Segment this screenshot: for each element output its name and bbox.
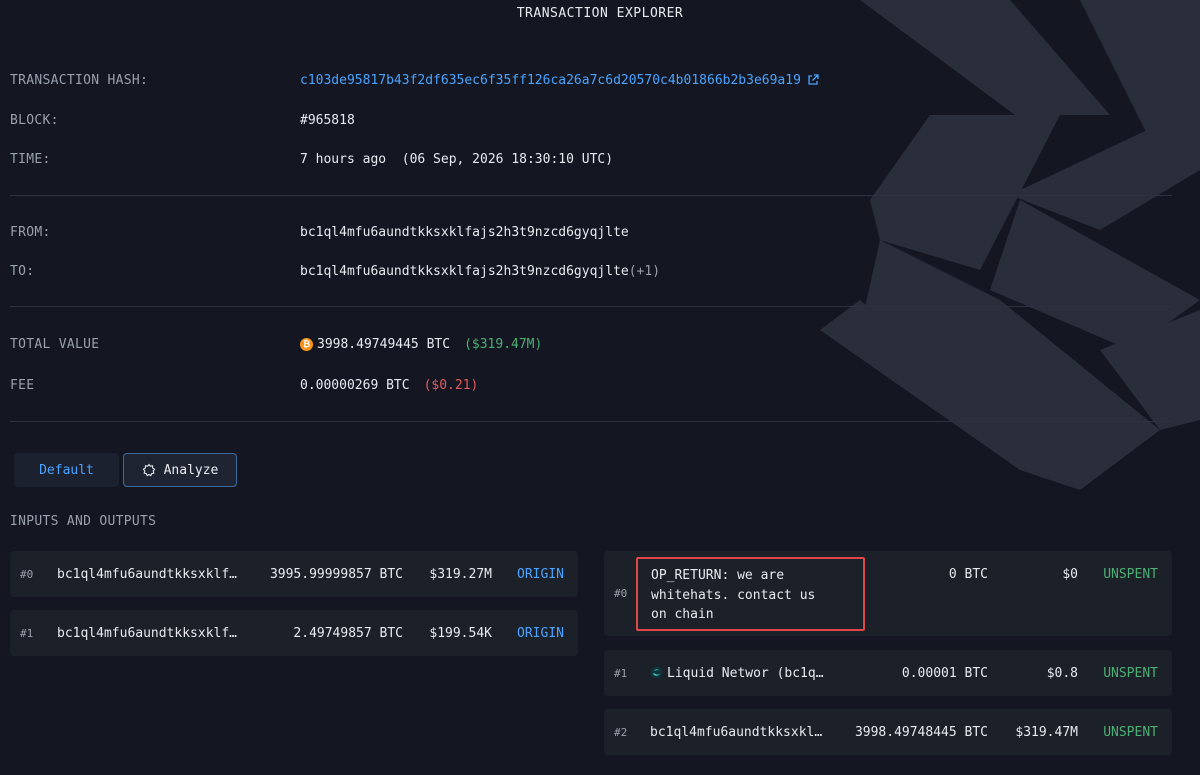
from-address[interactable]: bc1ql4mfu6aundtkksxklfajs2h3t9nzcd6gyqjl… [300,225,629,240]
block-number: #965818 [300,112,355,128]
time-label: TIME: [10,151,51,167]
total-value-row: TOTAL VALUE ₿ 3998.49749445 BTC ($319.47… [10,334,542,354]
unspent-status: UNSPENT [1103,724,1158,740]
total-value-btc: 3998.49749445 BTC [317,336,451,352]
input-address[interactable]: bc1ql4mfu6aundtkksxklf… [57,567,252,582]
to-address[interactable]: bc1ql4mfu6aundtkksxklfajs2h3t9nzcd6gyqjl… [300,264,629,279]
output-amount: 3998.49748445 BTC [854,724,988,740]
op-return-line: OP_RETURN: we are [651,568,785,583]
page-title: TRANSACTION EXPLORER [516,6,684,21]
external-link-icon[interactable] [807,74,819,86]
output-address-label: Liquid Networ (bc1q… [667,665,824,681]
output-index: #0 [614,587,628,600]
bitcoin-icon: ₿ [300,337,313,351]
fee-row: FEE 0.00000269 BTC ($0.21) [10,375,478,395]
input-address[interactable]: bc1ql4mfu6aundtkksxklf… [57,626,252,641]
block-label: BLOCK: [10,112,59,128]
unspent-status: UNSPENT [1103,567,1158,582]
analyze-icon [142,463,155,477]
input-amount: 3995.99999857 BTC [269,566,403,582]
fee-btc: 0.00000269 BTC [300,377,410,393]
fee-label: FEE [10,377,35,393]
output-usd: $0 [1062,567,1078,582]
input-index: #0 [20,567,34,581]
total-value-label: TOTAL VALUE [10,336,100,352]
divider [10,195,1172,196]
divider [10,421,1172,422]
origin-link[interactable]: ORIGIN [517,626,564,641]
input-index: #1 [20,626,34,640]
to-label: TO: [10,263,35,279]
op-return-line: whitehats. contact us [651,587,816,603]
output-address[interactable]: Liquid Networ (bc1q… [650,666,840,681]
fee-usd: ($0.21) [423,377,479,393]
hash-row: TRANSACTION HASH: c103de95817b43f2df635e… [10,70,819,90]
analyze-tab[interactable]: Analyze [123,453,237,487]
to-extra-count[interactable]: (+1) [629,264,660,279]
output-index: #2 [614,725,628,739]
input-row[interactable]: #1 bc1ql4mfu6aundtkksxklf… 2.49749857 BT… [10,610,578,656]
output-address[interactable]: bc1ql4mfu6aundtkksxkl… [650,725,835,740]
input-usd: $319.27M [429,566,492,582]
to-row: TO: bc1ql4mfu6aundtkksxklfajs2h3t9nzcd6g… [10,261,660,281]
output-usd: $0.8 [1046,665,1078,681]
transaction-hash-link[interactable]: c103de95817b43f2df635ec6f35ff126ca26a7c6… [300,73,801,88]
inputs-outputs-title: INPUTS AND OUTPUTS [10,514,157,529]
origin-link[interactable]: ORIGIN [517,567,564,582]
op-return-line: on chain [651,607,714,622]
divider [10,306,1172,307]
op-return-highlight: OP_RETURN: we are whitehats. contact us … [636,557,865,631]
from-label: FROM: [10,224,51,240]
from-row: FROM: bc1ql4mfu6aundtkksxklfajs2h3t9nzcd… [10,222,629,242]
output-row[interactable]: #2 bc1ql4mfu6aundtkksxkl… 3998.49748445 … [604,709,1172,755]
time-value: 7 hours ago (06 Sep, 2026 18:30:10 UTC) [300,151,614,167]
analyze-tab-label: Analyze [163,462,219,478]
liquid-network-icon [650,666,663,678]
block-row: BLOCK: #965818 [10,110,355,130]
input-row[interactable]: #0 bc1ql4mfu6aundtkksxklf… 3995.99999857… [10,551,578,597]
total-value-usd: ($319.47M) [464,336,543,352]
output-usd: $319.47M [1015,724,1078,740]
time-row: TIME: 7 hours ago (06 Sep, 2026 18:30:10… [10,149,613,169]
output-index: #1 [614,666,628,680]
output-amount: 0 BTC [948,567,988,582]
unspent-status: UNSPENT [1103,665,1158,681]
default-tab[interactable]: Default [14,453,119,487]
output-row[interactable]: #1 Liquid Networ (bc1q… 0.00001 BTC $0.8… [604,650,1172,696]
input-usd: $199.54K [429,625,492,641]
input-amount: 2.49749857 BTC [293,625,403,641]
output-amount: 0.00001 BTC [901,665,988,681]
hash-label: TRANSACTION HASH: [10,72,149,88]
